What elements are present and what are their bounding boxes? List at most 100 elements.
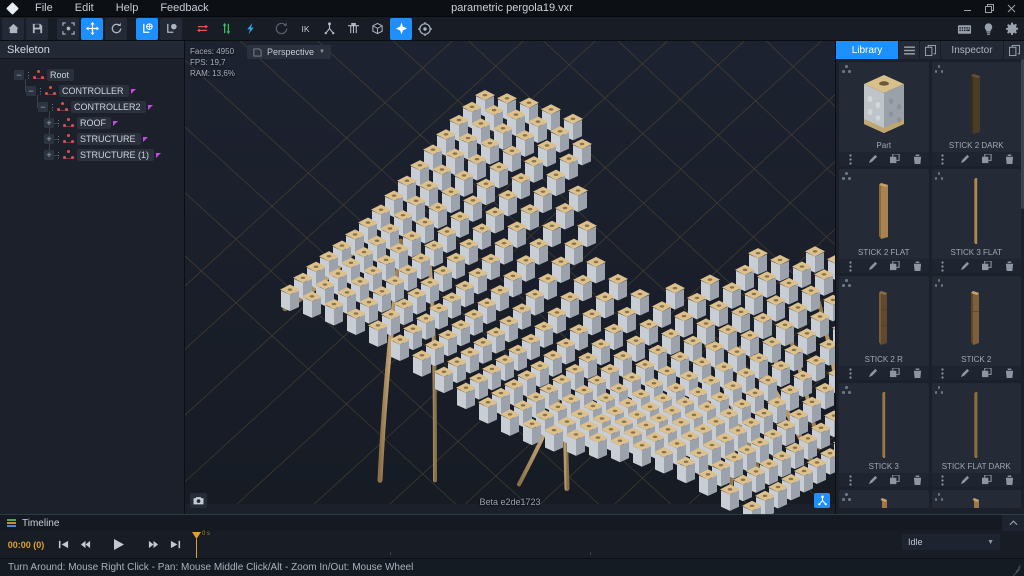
copy-icon[interactable] [884,366,906,380]
more-vertical-icon[interactable] [932,152,954,166]
library-item[interactable]: STICK 2 [931,276,1021,380]
local-space-button[interactable] [136,17,158,40]
select-box-button[interactable] [57,17,79,40]
tree-node-roof[interactable]: + ⋮ ROOF [0,115,184,131]
move-button[interactable] [81,17,103,40]
menu-help[interactable]: Help [105,0,150,17]
tree-handle-icon[interactable]: ⋮ [36,87,45,96]
world-space-button[interactable] [160,17,182,40]
tree-node-controller2[interactable]: − ⋮ CONTROLLER2 [0,99,184,115]
tree-handle-icon[interactable]: ⋮ [54,151,63,160]
tree-handle-icon[interactable]: ⋮ [24,71,33,80]
save-button[interactable] [26,17,48,40]
play-button[interactable] [96,534,142,556]
camera-mode-dropdown[interactable]: Perspective ▼ [247,45,331,59]
list-view-icon[interactable] [899,41,919,59]
pencil-icon[interactable] [861,152,883,166]
viewport-3d[interactable]: Faces: 4950 FPS: 19,7 RAM: 13,6% Perspec… [185,41,835,514]
pencil-icon[interactable] [954,473,976,487]
cube-button[interactable] [366,18,388,40]
go-to-end-button[interactable] [164,534,186,556]
tree-toggle-root[interactable]: − [14,70,24,80]
tab-library[interactable]: Library [836,41,898,59]
tree-node-root[interactable]: − ⋮ Root [0,67,184,83]
minimize-button[interactable] [956,0,978,17]
pencil-icon[interactable] [861,366,883,380]
timeline-playhead[interactable] [192,532,201,559]
more-vertical-icon[interactable] [932,259,954,273]
tree-handle-icon[interactable]: ⋮ [48,103,57,112]
tree-node-structure[interactable]: + ⋮ STRUCTURE [0,131,184,147]
more-vertical-icon[interactable] [839,259,861,273]
tree-toggle-structure[interactable]: + [44,134,54,144]
copy-icon[interactable] [976,152,998,166]
tree-label-controller[interactable]: CONTROLLER [59,85,129,97]
gear-button[interactable] [1001,18,1023,40]
tree-label-controller2[interactable]: CONTROLLER2 [71,101,146,113]
animation-state-dropdown[interactable]: Idle ▼ [902,534,1000,550]
lightning-snap-button[interactable] [239,18,261,40]
tab-inspector[interactable]: Inspector [941,41,1003,59]
library-item[interactable]: Part [839,62,929,166]
go-to-start-button[interactable] [52,534,74,556]
tree-handle-icon[interactable]: ⋮ [54,119,63,128]
more-vertical-icon[interactable] [839,366,861,380]
pencil-icon[interactable] [954,366,976,380]
library-item[interactable]: STICK 3 FLAT [931,169,1021,273]
timeline-menu-icon[interactable] [7,519,16,527]
trash-icon[interactable] [999,152,1021,166]
hierarchy-button[interactable] [342,18,364,40]
mirror-horizontal-button[interactable] [191,18,213,40]
ik-button[interactable]: IK [294,18,316,40]
copy-icon[interactable] [884,473,906,487]
copy-icon[interactable] [976,259,998,273]
library-grid[interactable]: Part STICK 2 DARK STICK 2 FLAT STICK 3 F… [836,59,1024,514]
pencil-icon[interactable] [954,259,976,273]
copy-icon[interactable] [884,259,906,273]
tree-toggle-controller2[interactable]: − [38,102,48,112]
tree-toggle-controller[interactable]: − [26,86,36,96]
trash-icon[interactable] [906,473,928,487]
playhead-handle[interactable] [192,532,201,539]
tree-handle-icon[interactable]: ⋮ [54,135,63,144]
step-forward-button[interactable] [142,534,164,556]
copy-icon[interactable] [976,366,998,380]
axis-gizmo-button[interactable] [814,493,830,508]
library-item[interactable] [931,490,1021,508]
maximize-restore-button[interactable] [978,0,1000,17]
pencil-icon[interactable] [861,259,883,273]
menu-feedback[interactable]: Feedback [149,0,219,17]
keyboard-shortcuts-button[interactable] [953,18,975,40]
lightbulb-button[interactable] [977,18,999,40]
menu-edit[interactable]: Edit [64,0,105,17]
tree-node-controller[interactable]: − ⋮ CONTROLLER [0,83,184,99]
tree-label-structure[interactable]: STRUCTURE [77,133,141,145]
tree-label-root[interactable]: Root [47,69,75,81]
library-item[interactable]: STICK FLAT DARK [931,383,1021,487]
tree-label-structure-1[interactable]: STRUCTURE (1) [77,149,154,161]
home-button[interactable] [2,17,24,40]
tree-toggle-roof[interactable]: + [44,118,54,128]
dock-icon[interactable] [1004,41,1024,59]
pencil-icon[interactable] [861,473,883,487]
collapse-timeline-button[interactable] [1002,515,1024,531]
close-button[interactable] [1000,0,1022,17]
trash-icon[interactable] [906,366,928,380]
circular-arrow-button[interactable] [270,18,292,40]
add-part-button[interactable] [390,17,412,40]
pencil-icon[interactable] [954,152,976,166]
trash-icon[interactable] [999,366,1021,380]
resize-grip-icon[interactable] [1011,564,1021,576]
trash-icon[interactable] [906,152,928,166]
step-back-button[interactable] [74,534,96,556]
more-vertical-icon[interactable] [932,366,954,380]
library-item[interactable] [839,490,929,508]
more-vertical-icon[interactable] [932,473,954,487]
timeline-track[interactable]: 0 s [190,531,1024,559]
target-button[interactable] [414,18,436,40]
rig-axis-button[interactable] [318,18,340,40]
library-item[interactable]: STICK 2 DARK [931,62,1021,166]
copy-icon[interactable] [884,152,906,166]
mirror-vertical-button[interactable] [215,18,237,40]
rotate-button[interactable] [105,17,127,40]
